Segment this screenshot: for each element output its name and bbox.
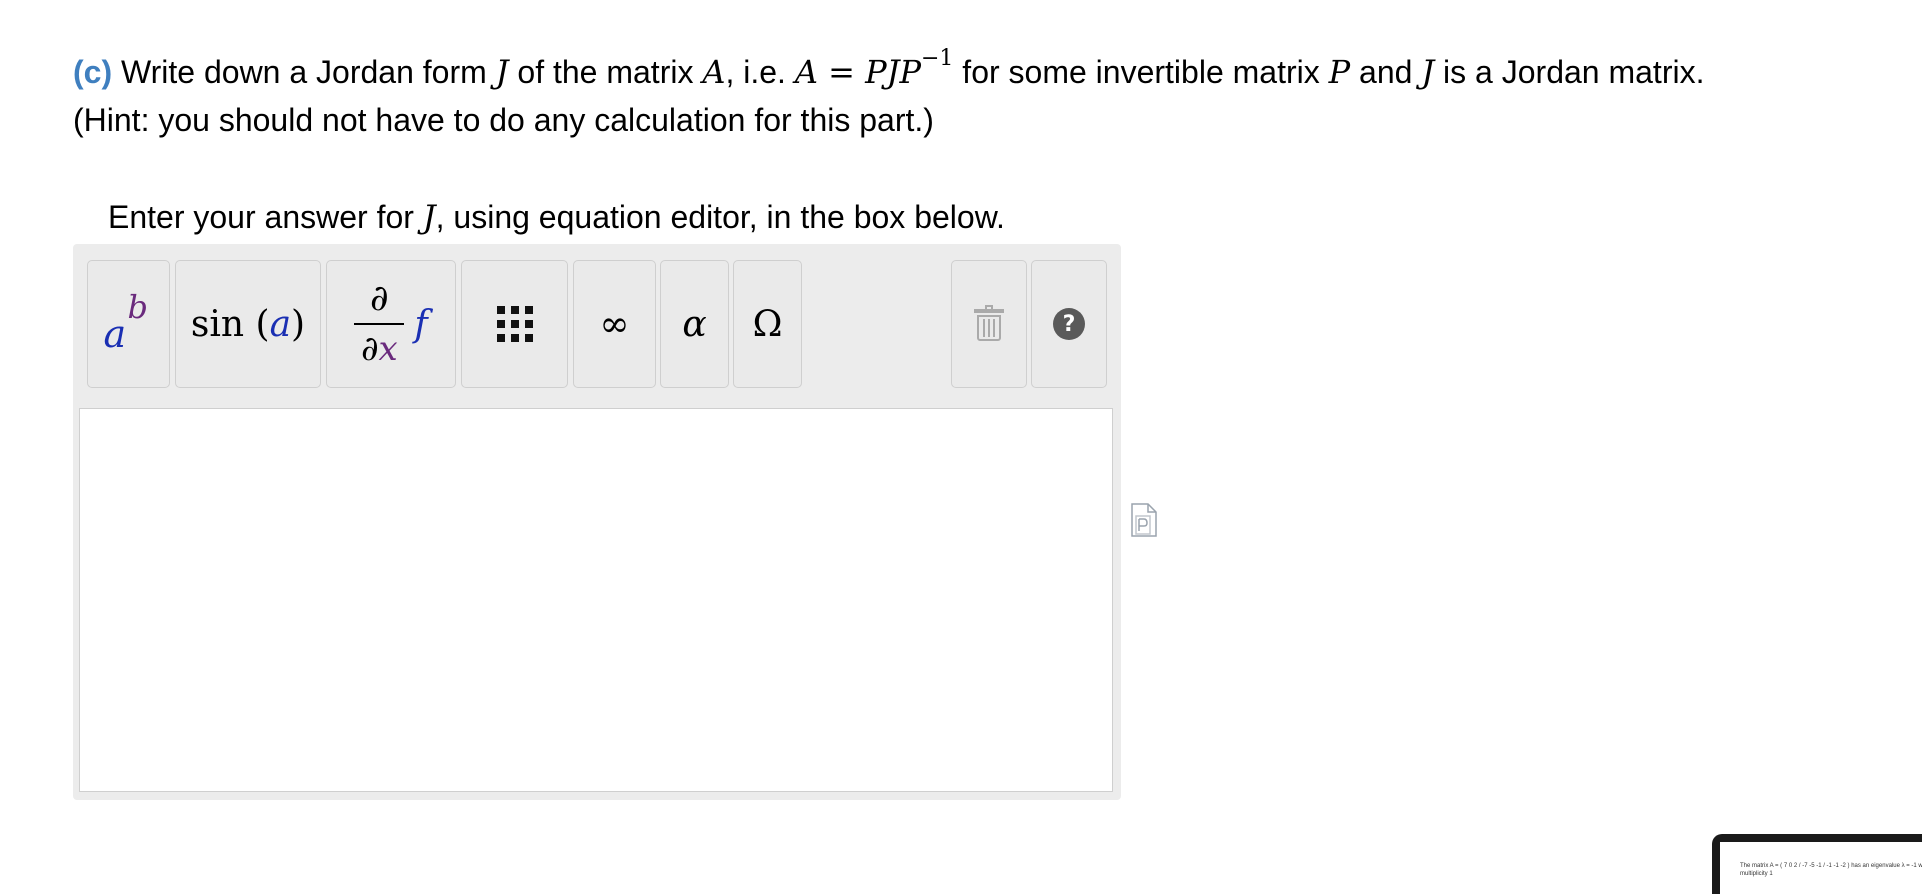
- deriv-den-partial: ∂: [360, 329, 379, 369]
- derivative-button[interactable]: ∂ ∂x f: [326, 260, 456, 388]
- infinity-icon: ∞: [599, 303, 630, 345]
- equation-toolbar: a b sin (a) ∂ ∂x f ∞ α Ω ?: [73, 244, 1121, 394]
- deriv-function: f: [414, 303, 428, 345]
- equation-editor: a b sin (a) ∂ ∂x f ∞ α Ω ?: [73, 244, 1121, 800]
- prompt-text-2: , using equation editor, in the box belo…: [435, 199, 1005, 235]
- function-arg: a: [269, 303, 292, 345]
- infinity-button[interactable]: ∞: [573, 260, 656, 388]
- var-j-2: J: [1421, 53, 1435, 91]
- thumbnail-line-1: The matrix A = ( 7 0 2 / -7 -5 -1 / -1 -…: [1740, 863, 1922, 869]
- question-text-5: and: [1350, 54, 1422, 90]
- power-base: a: [103, 312, 127, 356]
- omega-icon: Ω: [752, 303, 783, 345]
- eq-lhs: A: [794, 53, 818, 91]
- deriv-numerator: ∂: [370, 278, 389, 319]
- question-text-3: , i.e.: [725, 54, 795, 90]
- matrix-button[interactable]: [461, 260, 568, 388]
- var-a: A: [702, 53, 726, 91]
- answer-input[interactable]: [79, 408, 1113, 792]
- alpha-icon: α: [682, 303, 707, 345]
- eq-sign: =: [817, 53, 866, 91]
- deriv-denominator: ∂x: [361, 329, 398, 369]
- question-text-2: of the matrix: [508, 54, 703, 90]
- prompt-var: J: [422, 198, 436, 236]
- question-text-4: for some invertible matrix: [953, 54, 1329, 90]
- function-icon: sin (a): [190, 303, 306, 345]
- greek-lower-button[interactable]: α: [660, 260, 729, 388]
- var-j: J: [495, 53, 509, 91]
- power-exponent: b: [127, 288, 148, 326]
- clear-button[interactable]: [951, 260, 1027, 388]
- matrix-grid-icon: [496, 306, 533, 342]
- question-text-1: Write down a Jordan form: [112, 54, 496, 90]
- eq-exponent: −1: [920, 46, 954, 71]
- part-label: (c): [73, 54, 113, 90]
- help-button[interactable]: ?: [1031, 260, 1107, 388]
- help-icon: ?: [1053, 308, 1085, 340]
- power-icon: a b: [103, 288, 154, 356]
- thumbnail-line-2: multiplicity 1: [1740, 871, 1773, 877]
- thumbnail-preview[interactable]: The matrix A = ( 7 0 2 / -7 -5 -1 / -1 -…: [1712, 834, 1922, 894]
- function-button[interactable]: sin (a): [175, 260, 321, 388]
- trash-icon: [974, 305, 1004, 341]
- power-button[interactable]: a b: [87, 260, 170, 388]
- derivative-icon: ∂ ∂x f: [354, 278, 428, 369]
- function-name: sin: [190, 303, 245, 345]
- paste-document-icon[interactable]: [1130, 502, 1158, 538]
- question-text: (c) Write down a Jordan form J of the ma…: [73, 48, 1773, 144]
- deriv-den-x: x: [378, 329, 398, 369]
- prompt-text-1: Enter your answer for: [108, 199, 423, 235]
- eq-rhs: PJP: [865, 53, 921, 91]
- var-p: P: [1328, 53, 1351, 91]
- greek-upper-button[interactable]: Ω: [733, 260, 802, 388]
- answer-prompt: Enter your answer for J, using equation …: [108, 193, 1005, 241]
